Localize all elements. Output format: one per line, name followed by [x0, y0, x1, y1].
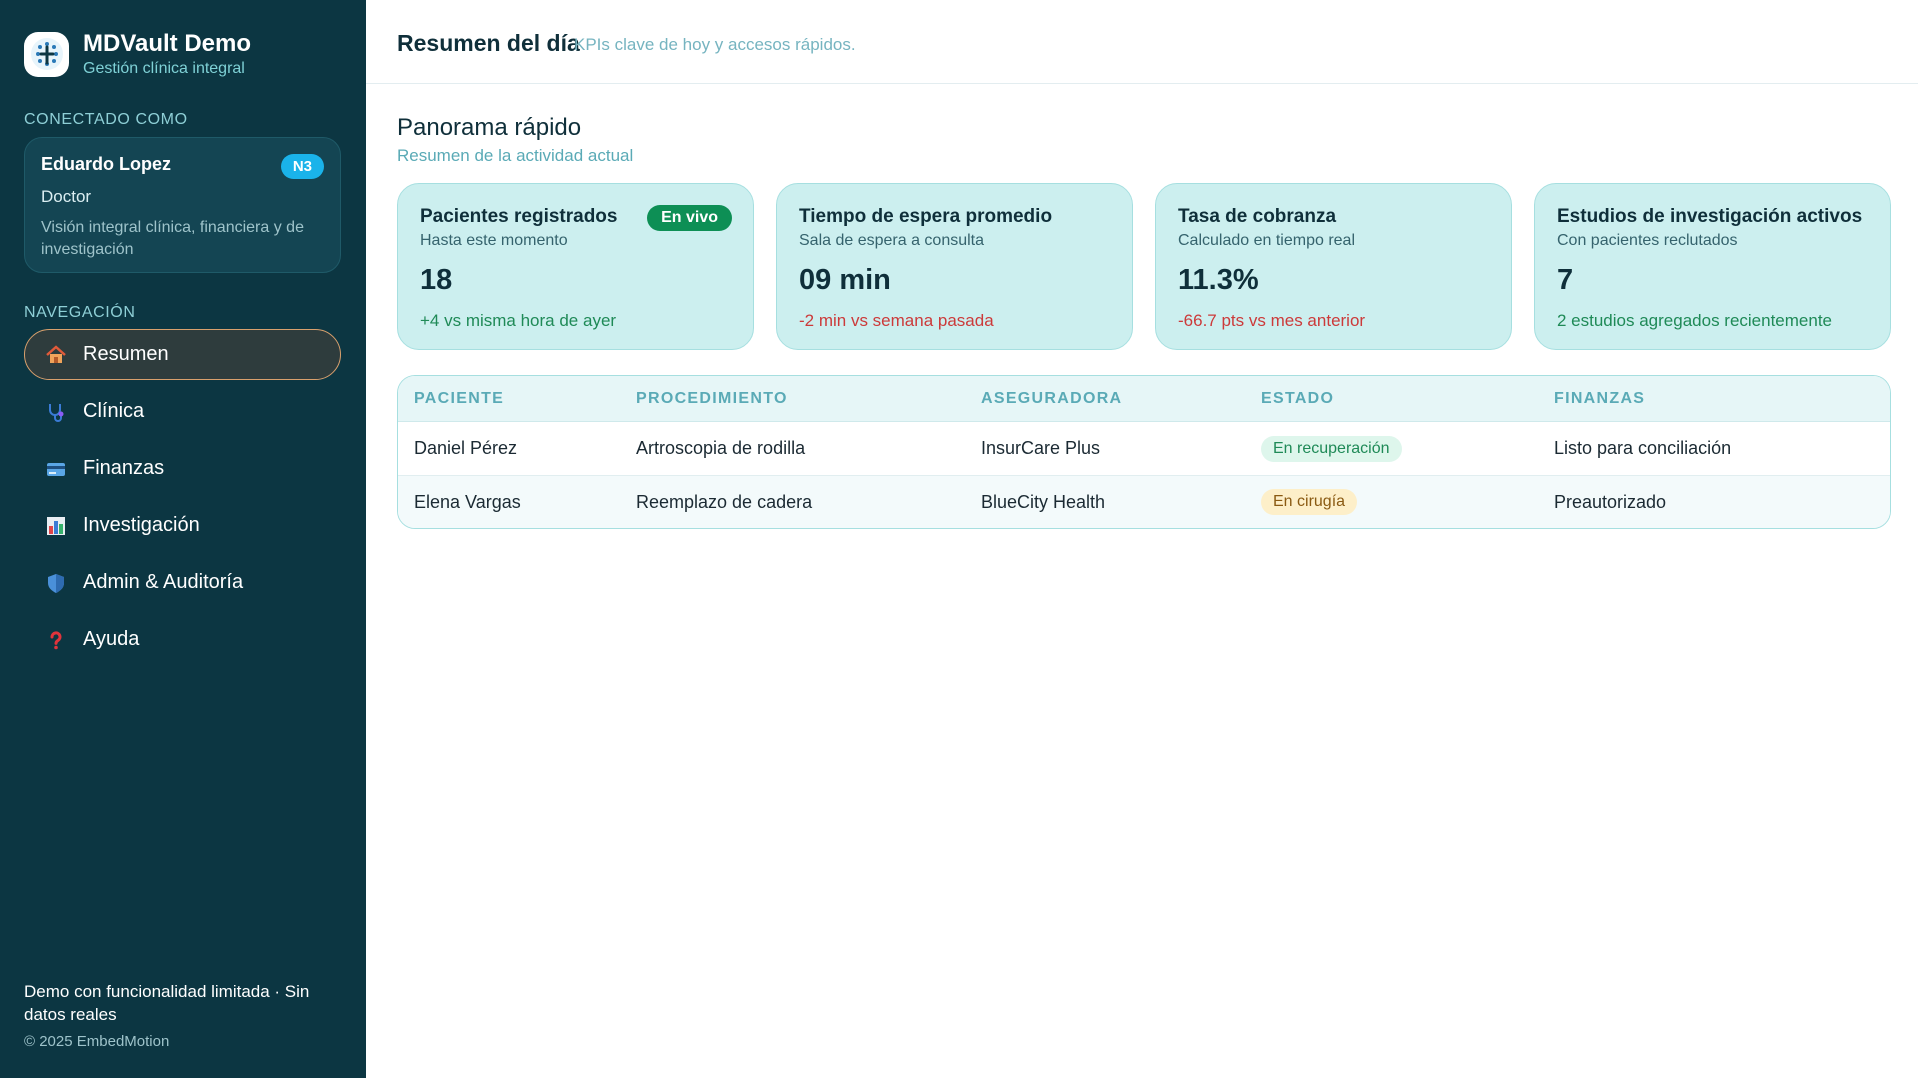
- demo-note: Demo con funcionalidad limitada · Sin da…: [24, 982, 310, 1024]
- sidebar-item-resumen[interactable]: Resumen: [24, 329, 341, 380]
- cell-procedimiento: Reemplazo de cadera: [636, 491, 813, 512]
- table-header: PACIENTE PROCEDIMIENTO ASEGURADORA ESTAD…: [398, 376, 1890, 422]
- sidebar-item-clinica[interactable]: Clínica: [24, 386, 341, 437]
- section-title: Panorama rápido: [397, 114, 582, 141]
- kpi-card-pacientes[interactable]: Pacientes registrados En vivo Hasta este…: [397, 183, 754, 350]
- cell-aseguradora: InsurCare Plus: [981, 438, 1101, 458]
- kpi-card-estudios[interactable]: Estudios de investigación activos Con pa…: [1534, 183, 1891, 350]
- cell-finanzas: Preautorizado: [1554, 491, 1667, 512]
- brand[interactable]: MDVault Demo Gestión clínica integral: [24, 30, 251, 78]
- table-row[interactable]: Daniel Pérez Artroscopia de rodilla Insu…: [398, 422, 1890, 475]
- sidebar: MDVault Demo Gestión clínica integral CO…: [0, 0, 366, 1078]
- sidebar-item-ayuda[interactable]: Ayuda: [24, 614, 341, 665]
- cell-paciente: Daniel Pérez: [414, 438, 518, 458]
- navigation-label: NAVEGACIÓN: [24, 304, 136, 321]
- section-subtitle: Resumen de la actividad actual: [397, 146, 634, 165]
- live-badge: En vivo: [647, 205, 732, 231]
- kpi-title: Tiempo de espera promedio: [799, 206, 1053, 227]
- kpi-value: 18: [420, 264, 453, 296]
- kpi-card-cobranza[interactable]: Tasa de cobranza Calculado en tiempo rea…: [1155, 183, 1512, 350]
- sidebar-item-label: Admin & Auditoría: [83, 571, 244, 593]
- sidebar-item-label: Finanzas: [83, 457, 165, 479]
- kpi-delta: -66.7 pts vs mes anterior: [1178, 311, 1366, 330]
- logo-icon: [24, 31, 69, 77]
- page-subtitle: KPIs clave de hoy y accesos rápidos.: [574, 35, 856, 54]
- kpi-card-espera[interactable]: Tiempo de espera promedio Sala de espera…: [776, 183, 1133, 350]
- home-icon: [43, 342, 69, 368]
- user-card: Eduardo Lopez N3 Doctor Visión integral …: [24, 137, 341, 273]
- cell-aseguradora: BlueCity Health: [981, 491, 1106, 512]
- sidebar-item-admin[interactable]: Admin & Auditoría: [24, 557, 341, 608]
- sidebar-item-label: Ayuda: [83, 628, 140, 650]
- credit-card-icon: [43, 456, 69, 482]
- status-badge: En cirugía: [1261, 489, 1358, 515]
- question-icon: [43, 627, 69, 653]
- cell-finanzas: Listo para conciliación: [1554, 438, 1732, 458]
- status-badge: En recuperación: [1261, 435, 1402, 462]
- sidebar-item-label: Investigación: [83, 514, 200, 536]
- kpi-subtitle: Sala de espera a consulta: [799, 232, 985, 249]
- kpi-delta: -2 min vs semana pasada: [799, 311, 994, 330]
- table-row[interactable]: Elena Vargas Reemplazo de cadera BlueCit…: [398, 475, 1890, 528]
- sidebar-item-label: Resumen: [83, 343, 169, 365]
- column-header[interactable]: FINANZAS: [1554, 390, 1645, 408]
- sidebar-nav: Resumen Clínica Finanzas Investigación A…: [24, 329, 341, 671]
- kpi-title: Tasa de cobranza: [1178, 206, 1337, 227]
- kpi-value: 09 min: [799, 264, 891, 296]
- user-role: Doctor: [41, 187, 92, 206]
- copyright: © 2025 EmbedMotion: [24, 1033, 170, 1050]
- app-subtitle: Gestión clínica integral: [83, 60, 245, 77]
- page-title: Resumen del día: [397, 30, 580, 56]
- kpi-subtitle: Hasta este momento: [420, 232, 568, 249]
- column-header[interactable]: ESTADO: [1261, 390, 1334, 408]
- bar-chart-icon: [43, 513, 69, 539]
- kpi-subtitle: Calculado en tiempo real: [1178, 232, 1355, 249]
- patients-table: PACIENTE PROCEDIMIENTO ASEGURADORA ESTAD…: [397, 375, 1891, 529]
- column-header[interactable]: PROCEDIMIENTO: [636, 390, 788, 408]
- connected-label: CONECTADO COMO: [24, 111, 188, 128]
- cell-paciente: Elena Vargas: [414, 491, 521, 512]
- user-description: Visión integral clínica, financiera y de…: [41, 219, 304, 258]
- kpi-value: 11.3%: [1178, 264, 1259, 296]
- cell-procedimiento: Artroscopia de rodilla: [636, 438, 806, 458]
- column-header[interactable]: ASEGURADORA: [981, 390, 1122, 408]
- shield-icon: [43, 570, 69, 596]
- sidebar-item-investigacion[interactable]: Investigación: [24, 500, 341, 551]
- kpi-value: 7: [1557, 264, 1574, 296]
- user-level-badge: N3: [280, 154, 324, 179]
- app-title: MDVault Demo: [83, 30, 252, 57]
- kpi-delta: 2 estudios agregados recientemente: [1557, 311, 1833, 330]
- sidebar-item-finanzas[interactable]: Finanzas: [24, 443, 341, 494]
- kpi-delta: +4 vs misma hora de ayer: [420, 311, 617, 330]
- kpi-subtitle: Con pacientes reclutados: [1557, 232, 1738, 249]
- sidebar-item-label: Clínica: [83, 400, 145, 422]
- top-header: Resumen del día KPIs clave de hoy y acce…: [366, 0, 1918, 84]
- stethoscope-icon: [43, 399, 69, 425]
- column-header[interactable]: PACIENTE: [414, 390, 504, 408]
- kpi-title: Estudios de investigación activos: [1557, 206, 1863, 227]
